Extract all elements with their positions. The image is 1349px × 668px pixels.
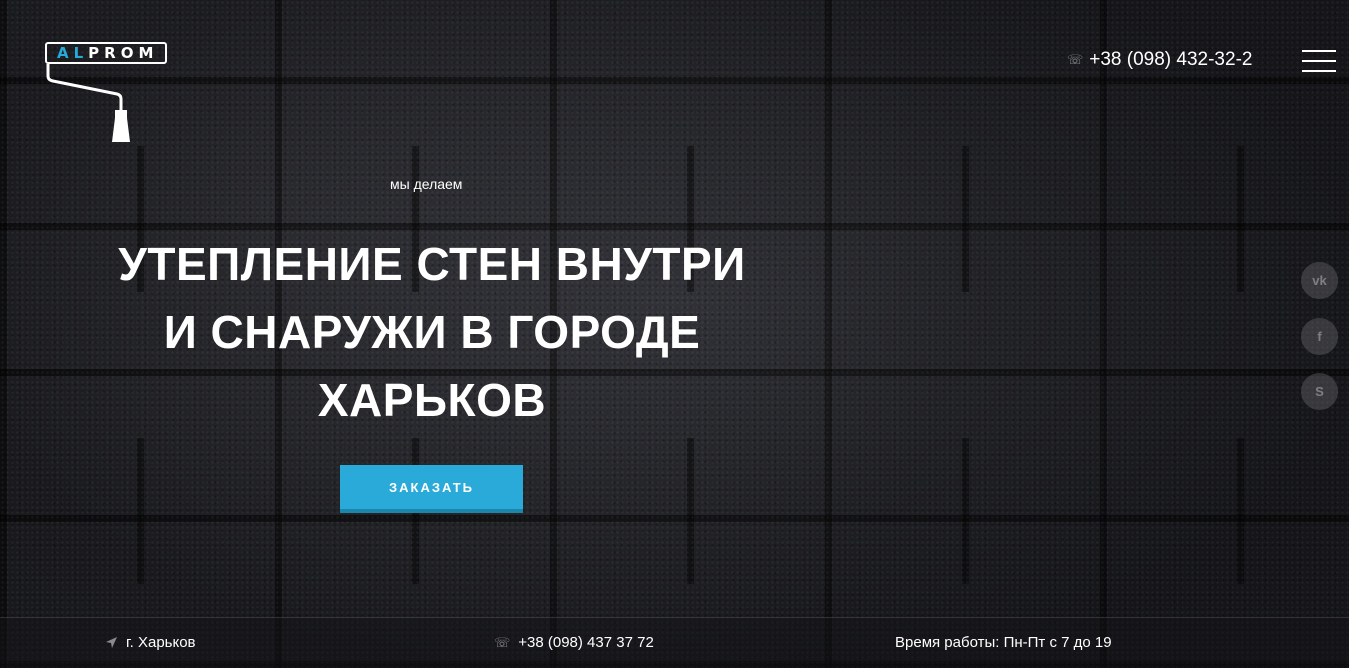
logo[interactable]: AL PROM: [45, 42, 175, 147]
phone-icon: ☏: [1067, 52, 1084, 67]
headline-line: ХАРЬКОВ: [317, 374, 547, 426]
hero-headline: УТЕПЛЕНИЕ СТЕН ВНУТРИ И СНАРУЖИ В ГОРОДЕ…: [92, 230, 772, 434]
hero-section: AL PROM ☏ +38 (098) 432-32-2 мы делаем УТ…: [0, 0, 1349, 668]
skype-icon[interactable]: S: [1301, 373, 1338, 410]
paint-roller-icon: [46, 64, 130, 142]
logo-text-box: AL PROM: [45, 42, 167, 64]
menu-line: [1302, 70, 1336, 72]
phone-icon: ☏: [494, 634, 511, 650]
location-arrow-icon: [106, 637, 117, 648]
logo-text-al: AL: [57, 43, 89, 62]
order-button[interactable]: ЗАКАЗАТЬ: [340, 465, 523, 513]
hamburger-menu-icon[interactable]: [1302, 50, 1336, 72]
menu-line: [1302, 50, 1336, 52]
contact-bar: г. Харьков ☏ +38 (098) 437 37 72 Время р…: [0, 617, 1349, 668]
facebook-icon[interactable]: f: [1301, 318, 1338, 355]
vk-icon[interactable]: vk: [1301, 262, 1338, 299]
header-phone[interactable]: ☏ +38 (098) 432-32-2: [1067, 49, 1252, 71]
footer-phone[interactable]: ☏ +38 (098) 437 37 72: [494, 634, 654, 651]
menu-line: [1302, 60, 1336, 62]
footer-city: г. Харьков: [105, 634, 196, 651]
brick-texture: [0, 438, 1349, 584]
headline-line: УТЕПЛЕНИЕ СТЕН ВНУТРИ: [118, 238, 746, 290]
footer-city-text: г. Харьков: [126, 634, 196, 651]
footer-hours: Время работы: Пн-Пт с 7 до 19: [895, 634, 1112, 651]
hero-subtitle: мы делаем: [390, 176, 463, 192]
header-phone-number: +38 (098) 432-32-2: [1089, 49, 1253, 70]
headline-line: И СНАРУЖИ В ГОРОДЕ: [163, 306, 701, 358]
logo-text-prom: PROM: [88, 43, 159, 62]
footer-phone-number: +38 (098) 437 37 72: [518, 634, 654, 651]
